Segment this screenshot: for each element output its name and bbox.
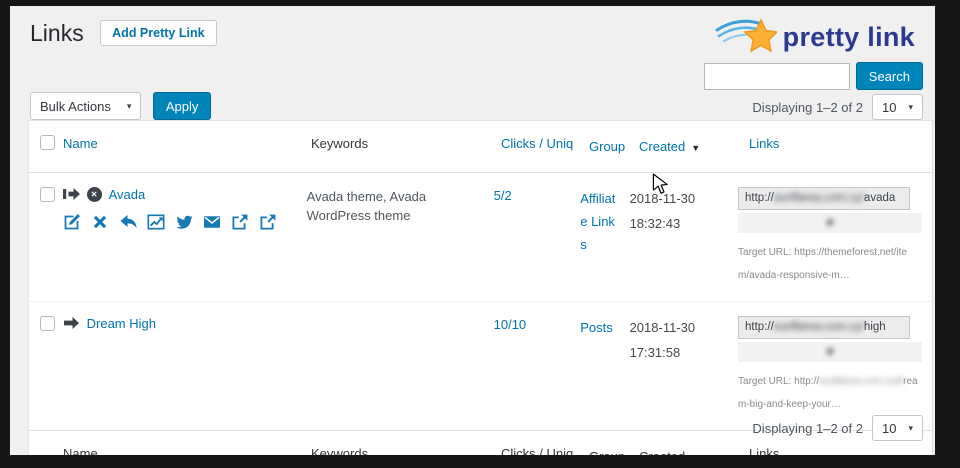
select-row-checkbox[interactable] <box>40 316 55 331</box>
pagination-bottom: Displaying 1–2 of 2 10 ▾ <box>752 415 923 441</box>
url-suffix: avada <box>864 192 895 204</box>
footer-header-name: Name <box>63 446 98 455</box>
page-title: Links <box>30 18 84 48</box>
pagination-top: Displaying 1–2 of 2 10 ▾ <box>752 94 923 120</box>
delete-icon[interactable] <box>91 213 109 231</box>
bulk-actions-select[interactable]: Bulk Actions ▾ <box>30 92 141 120</box>
table-header-row: Name Keywords Clicks / Uniq Group Create… <box>29 121 932 173</box>
copy-icon: ✱ <box>825 215 836 231</box>
pretty-link-admin-page: Links Add Pretty Link pretty link Search… <box>10 6 935 455</box>
footer-header-clicks: Clicks / Uniq <box>501 446 573 455</box>
url-prefix: http:// <box>745 321 774 333</box>
clicks-link[interactable]: 10/10 <box>494 317 527 332</box>
search-row: Search <box>704 62 923 90</box>
link-name[interactable]: Avada <box>109 187 146 202</box>
redirect-bar-arrow-icon <box>63 187 80 201</box>
chevron-down-icon: ▾ <box>908 423 913 434</box>
external-link-icon[interactable] <box>231 213 249 231</box>
select-all-checkbox[interactable] <box>40 135 55 150</box>
keywords-text: Avada theme, Avada WordPress theme <box>307 189 427 224</box>
column-header-created[interactable]: Created <box>639 139 685 154</box>
search-input[interactable] <box>704 63 850 90</box>
url-prefix: http:// <box>745 192 774 204</box>
controls-row: Bulk Actions ▾ Apply Displaying 1–2 of 2… <box>30 92 923 122</box>
copy-link-button[interactable]: ✱ <box>738 213 922 233</box>
chevron-down-icon: ▾ <box>908 102 913 113</box>
copy-link-button[interactable]: ✱ <box>738 342 922 362</box>
pretty-link-logo-text: pretty link <box>783 22 915 53</box>
url-redacted: sunflarea.com.cy/ <box>774 321 864 333</box>
twitter-icon[interactable] <box>175 213 193 231</box>
row-checkbox-cell <box>29 173 63 217</box>
topbar: Links Add Pretty Link pretty link <box>30 18 923 64</box>
name-cell: ✕ Avada <box>63 173 307 243</box>
edit-icon[interactable] <box>63 213 81 231</box>
column-header-links[interactable]: Links <box>749 136 779 151</box>
links-cell: http://sunflarea.com.cy/high ✱ Target UR… <box>728 302 932 430</box>
column-header-keywords: Keywords <box>311 136 368 151</box>
target-url-redacted: sunflarea.com.cy/d <box>819 376 903 387</box>
links-table: Name Keywords Clicks / Uniq Group Create… <box>28 120 933 455</box>
apply-button[interactable]: Apply <box>153 92 212 120</box>
row-actions <box>63 213 299 231</box>
link-name[interactable]: Dream High <box>87 316 156 331</box>
select-row-checkbox[interactable] <box>40 187 55 202</box>
pretty-link-url-field[interactable]: http://sunflarea.com.cy/avada <box>738 187 910 210</box>
target-url-prefix: Target URL: http:// <box>738 376 819 387</box>
footer-header-keywords: Keywords <box>311 446 368 455</box>
row-checkbox-cell <box>29 302 63 346</box>
chevron-down-icon: ▾ <box>127 101 132 112</box>
displaying-count: Displaying 1–2 of 2 <box>752 421 863 436</box>
per-page-value: 10 <box>882 421 896 436</box>
external-link-icon[interactable] <box>259 213 277 231</box>
search-button[interactable]: Search <box>856 62 923 90</box>
target-url-prefix: Target URL: https://themeforest.net/item… <box>738 247 907 281</box>
target-url-text: Target URL: https://themeforest.net/item… <box>738 241 918 287</box>
table-row: Dream High 10/10 Posts 2018-11-30 17:31:… <box>29 301 932 430</box>
stats-chart-icon[interactable] <box>147 213 165 231</box>
footer-header-created: Created <box>639 449 685 455</box>
per-page-select[interactable]: 10 ▾ <box>872 94 923 120</box>
sort-desc-icon[interactable]: ▼ <box>691 143 700 153</box>
pretty-link-url-field[interactable]: http://sunflarea.com.cy/high <box>738 316 910 339</box>
mouse-cursor <box>651 173 669 195</box>
header-checkbox-cell <box>29 121 63 165</box>
name-cell: Dream High <box>63 302 307 343</box>
group-link[interactable]: Posts <box>580 320 613 335</box>
footer-header-links: Links <box>749 446 779 455</box>
pretty-link-star-icon <box>715 16 777 58</box>
column-header-group[interactable]: Group <box>589 139 625 154</box>
links-cell: http://sunflarea.com.cy/avada ✱ Target U… <box>728 173 932 301</box>
clicks-link[interactable]: 5/2 <box>494 188 512 203</box>
per-page-select[interactable]: 10 ▾ <box>872 415 923 441</box>
url-redacted: sunflarea.com.cy/ <box>774 192 864 204</box>
created-timestamp: 2018-11-30 17:31:58 <box>630 320 696 360</box>
displaying-count: Displaying 1–2 of 2 <box>752 100 863 115</box>
footer-header-group: Group <box>589 449 625 455</box>
target-url-text: Target URL: http://sunflarea.com.cy/drea… <box>738 370 918 416</box>
screenshot-frame: Links Add Pretty Link pretty link Search… <box>0 0 960 468</box>
url-suffix: high <box>864 321 886 333</box>
add-pretty-link-button[interactable]: Add Pretty Link <box>100 20 216 46</box>
column-header-clicks[interactable]: Clicks / Uniq <box>501 136 573 151</box>
pretty-link-logo: pretty link <box>715 16 915 58</box>
reset-undo-icon[interactable] <box>119 213 137 231</box>
group-link[interactable]: Affiliate Links <box>580 191 615 252</box>
column-header-name[interactable]: Name <box>63 136 98 151</box>
table-row: ✕ Avada <box>29 173 932 301</box>
per-page-value: 10 <box>882 100 896 115</box>
bulk-actions-label: Bulk Actions <box>40 99 111 114</box>
copy-icon: ✱ <box>825 344 836 360</box>
created-timestamp: 2018-11-30 18:32:43 <box>630 191 696 231</box>
nofollow-circle-x-icon: ✕ <box>87 187 102 202</box>
email-icon[interactable] <box>203 213 221 231</box>
redirect-arrow-icon <box>63 316 80 330</box>
